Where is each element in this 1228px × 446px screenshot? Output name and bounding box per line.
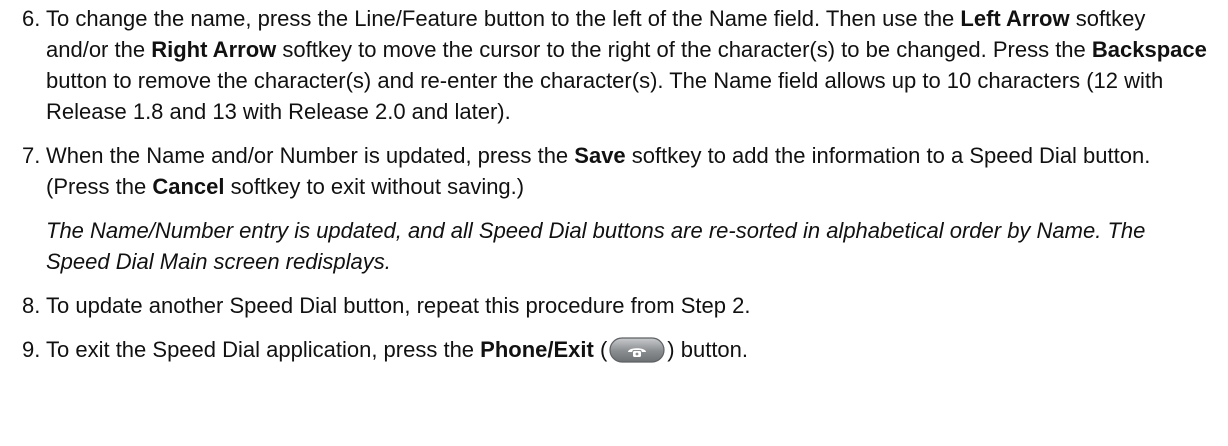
softkey-name: Cancel	[152, 174, 225, 199]
procedure-steps: 6. To change the name, press the Line/Fe…	[22, 3, 1212, 365]
step-number: 6.	[22, 6, 41, 31]
phone-button-icon	[609, 337, 665, 363]
step-7: 7. When the Name and/or Number is update…	[22, 140, 1212, 202]
softkey-name: Left Arrow	[960, 6, 1070, 31]
step-text: When the Name and/or Number is updated, …	[46, 143, 1151, 199]
softkey-name: Right Arrow	[151, 37, 277, 62]
step-text: To update another Speed Dial button, rep…	[46, 293, 751, 318]
step-number: 8.	[22, 293, 41, 318]
button-name: Phone/Exit	[480, 337, 594, 362]
step-6: 6. To change the name, press the Line/Fe…	[22, 3, 1212, 127]
step-number: 9.	[22, 337, 41, 362]
step-number: 7.	[22, 143, 41, 168]
step-text: To exit the Speed Dial application, pres…	[46, 337, 749, 363]
softkey-name: Save	[574, 143, 626, 168]
step-8: 8. To update another Speed Dial button, …	[22, 290, 1212, 321]
step-text: To change the name, press the Line/Featu…	[46, 6, 1207, 124]
button-name: Backspace	[1091, 37, 1207, 62]
step-9: 9. To exit the Speed Dial application, p…	[22, 334, 1212, 365]
step-7-result: The Name/Number entry is updated, and al…	[46, 218, 1146, 274]
